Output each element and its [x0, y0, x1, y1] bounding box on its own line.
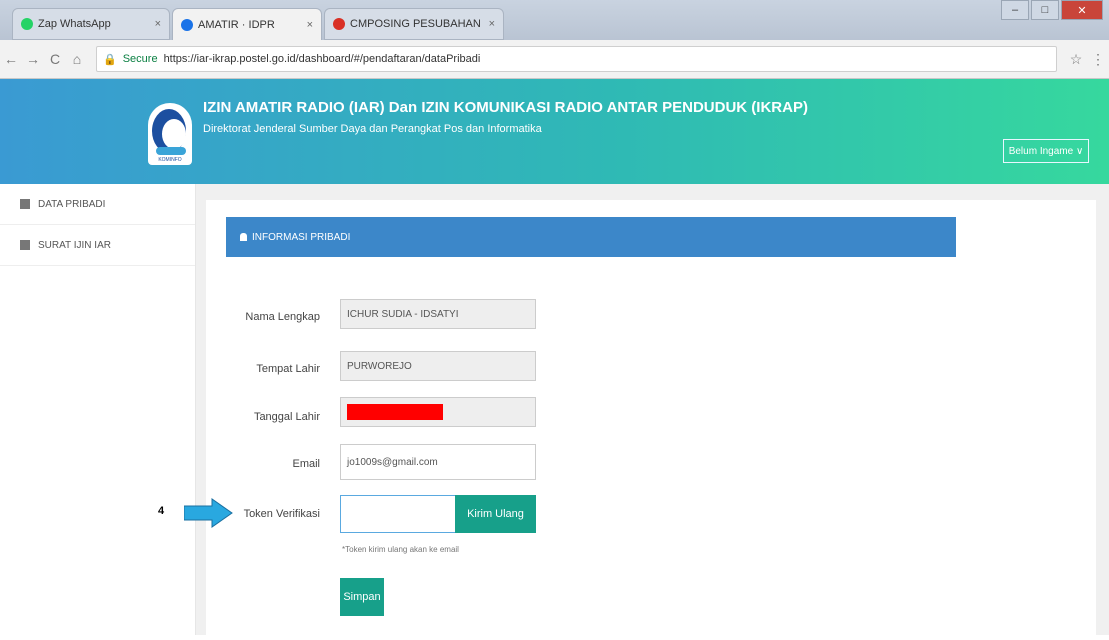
- tab-label: CMPOSING PESUBAHAN: [350, 18, 481, 30]
- tab-composing[interactable]: CMPOSING PESUBAHAN ×: [324, 8, 504, 40]
- kirim-ulang-button[interactable]: Kirim Ulang: [455, 495, 536, 533]
- whatsapp-icon: [21, 18, 33, 30]
- tab-whatsapp[interactable]: Zap WhatsApp ×: [12, 8, 170, 40]
- token-hint: *Token kirim ulang akan ke email: [342, 545, 459, 554]
- close-icon[interactable]: ×: [155, 18, 161, 30]
- sidebar: DATA PRIBADI SURAT IJIN IAR: [0, 184, 196, 635]
- file-icon: [20, 240, 30, 250]
- page-subtitle: Direktorat Jenderal Sumber Daya dan Pera…: [203, 123, 542, 135]
- nama-field: ICHUR SUDIA - IDSATYI: [340, 299, 536, 329]
- back-button[interactable]: ←: [0, 51, 22, 67]
- tempat-lahir-field: PURWOREJO: [340, 351, 536, 381]
- document-icon: [20, 199, 30, 209]
- tab-label: AMATIR · IDPR: [198, 18, 275, 31]
- user-menu-button[interactable]: Belum Ingame ∨: [1003, 139, 1089, 163]
- close-icon[interactable]: ×: [489, 18, 495, 30]
- home-button[interactable]: ⌂: [66, 51, 88, 67]
- logo-text: KOMINFO: [158, 157, 182, 163]
- label-email: Email: [292, 458, 320, 470]
- menu-icon[interactable]: ⋮: [1087, 51, 1109, 68]
- tab-label: Zap WhatsApp: [38, 18, 111, 30]
- save-button[interactable]: Simpan: [340, 578, 384, 616]
- address-bar: ← → C ⌂ 🔒 Secure https://iar-ikrap.poste…: [0, 40, 1109, 79]
- bookmark-icon[interactable]: ☆: [1065, 51, 1087, 68]
- minimize-button[interactable]: –: [1001, 0, 1029, 20]
- close-icon[interactable]: ×: [307, 19, 313, 31]
- redaction-bar: [347, 404, 443, 420]
- kominfo-logo: KOMINFO: [148, 103, 192, 165]
- user-icon: [240, 233, 247, 241]
- label-tanggal-lahir: Tanggal Lahir: [253, 411, 320, 423]
- secure-label: Secure: [122, 53, 158, 65]
- panel-heading-text: INFORMASI PRIBADI: [252, 231, 351, 243]
- sidebar-item-data-pribadi[interactable]: DATA PRIBADI: [0, 184, 195, 225]
- label-nama: Nama Lengkap: [245, 311, 320, 323]
- gmail-icon: [333, 18, 345, 30]
- reload-button[interactable]: C: [44, 51, 66, 67]
- panel-heading: INFORMASI PRIBADI: [226, 217, 956, 257]
- sidebar-item-surat-ijin[interactable]: SURAT IJIN IAR: [0, 225, 195, 266]
- page-title: IZIN AMATIR RADIO (IAR) Dan IZIN KOMUNIK…: [203, 99, 808, 116]
- token-input[interactable]: [340, 495, 458, 533]
- email-field[interactable]: jo1009s@gmail.com: [340, 444, 536, 480]
- tanggal-lahir-field: [340, 397, 536, 427]
- forward-button[interactable]: →: [22, 51, 44, 67]
- kominfo-icon: [181, 18, 193, 31]
- main-content: INFORMASI PRIBADI: [196, 184, 1109, 640]
- lock-icon: 🔒: [103, 53, 117, 66]
- sidebar-item-label: DATA PRIBADI: [38, 198, 106, 210]
- step-number: 4: [158, 505, 165, 517]
- url-text: https://iar-ikrap.postel.go.id/dashboard…: [163, 53, 481, 65]
- arrow-right-icon: [184, 498, 233, 528]
- close-window-button[interactable]: ✕: [1061, 0, 1103, 20]
- url-input[interactable]: 🔒 Secure https://iar-ikrap.postel.go.id/…: [96, 46, 1057, 72]
- tab-amatir[interactable]: AMATIR · IDPR ×: [172, 8, 322, 40]
- browser-titlebar: Zap WhatsApp × AMATIR · IDPR × CMPOSING …: [0, 0, 1109, 40]
- page-header: KOMINFO IZIN AMATIR RADIO (IAR) Dan IZIN…: [0, 79, 1109, 184]
- window-controls: – □ ✕: [1001, 0, 1103, 20]
- sidebar-item-label: SURAT IJIN IAR: [38, 239, 111, 251]
- label-tempat-lahir: Tempat Lahir: [256, 363, 320, 375]
- maximize-button[interactable]: □: [1031, 0, 1059, 20]
